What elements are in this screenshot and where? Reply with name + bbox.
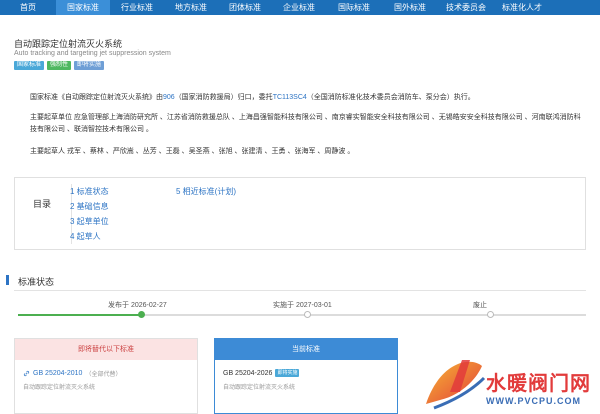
nav-item-technical-committee[interactable]: 技术委员会 — [438, 0, 494, 15]
toc-item-drafters[interactable]: 4 起草人 — [70, 231, 101, 242]
replaced-standard-card: 即将替代以下标准 GB 25204-2010 （全部代替） 自动跟踪定位射流灭火… — [14, 338, 198, 414]
nav-item-enterprise-standards[interactable]: 企业标准 — [272, 0, 326, 15]
replaced-standard-code[interactable]: GB 25204-2010 — [33, 370, 82, 377]
current-standard-code: GB 25204-2026 — [223, 369, 273, 377]
toc-item-drafting-units[interactable]: 3 起草单位 — [70, 216, 109, 227]
timeline-dot-implemented — [304, 311, 311, 318]
nav-item-national-standards[interactable]: 国家标准 — [56, 0, 110, 15]
timeline-dot-abolished — [487, 311, 494, 318]
nav-item-foreign-standards[interactable]: 国外标准 — [382, 0, 438, 15]
committee-link[interactable]: TC113SC4 — [273, 94, 307, 101]
toc-item-status[interactable]: 1 标准状态 — [70, 186, 109, 197]
nav-item-international-standards[interactable]: 国际标准 — [326, 0, 382, 15]
timeline-progress — [18, 314, 143, 316]
toc-item-basic-info[interactable]: 2 基础信息 — [70, 201, 109, 212]
watermark-url: WWW.PVCPU.COM — [486, 396, 581, 406]
page-title: 自动跟踪定位射流灭火系统 — [14, 39, 123, 49]
page-subtitle-en: Auto tracking and targeting jet suppress… — [14, 50, 171, 57]
timeline-published-label: 发布于 2026-02-27 — [108, 302, 167, 309]
toc-label: 目录 — [33, 199, 52, 209]
section-divider — [14, 290, 586, 291]
section-accent-bar — [6, 275, 9, 285]
status-section-title: 标准状态 — [18, 277, 55, 287]
nav-item-industry-standards[interactable]: 行业标准 — [110, 0, 164, 15]
replacement-note: （全部代替） — [85, 372, 122, 378]
nav-item-group-standards[interactable]: 团体标准 — [218, 0, 272, 15]
table-of-contents: 目录 1 标准状态 2 基础信息 3 起草单位 4 起草人 5 相近标准(计划) — [14, 177, 586, 250]
replaced-standard-name: 自动跟踪定位射流灭火系统 — [23, 385, 96, 391]
current-status-badge: 即将实施 — [275, 369, 300, 377]
link-icon — [23, 370, 30, 377]
desc-text: （全国消防标准化技术委员会消防车、泵分会）执行。 — [306, 94, 475, 101]
current-standard-row: GB 25204-2026 即将实施 — [223, 369, 300, 377]
timeline-implemented-label: 实施于 2027-03-01 — [273, 302, 332, 309]
replaced-card-title: 即将替代以下标准 — [15, 339, 197, 360]
description-paragraph-drafters: 主要起草人 戎军 、蔡林 、严欣嵩 、丛芳 、王磊 、吴圣燕 、张旭 、张建清 … — [30, 148, 355, 155]
tag-upcoming: 即将实施 — [74, 61, 105, 70]
current-standard-name: 自动跟踪定位射流灭火系统 — [223, 385, 296, 391]
desc-text: （国家消防救援局）归口，委托 — [174, 94, 273, 101]
current-standard-card: 当前标准 GB 25204-2026 即将实施 自动跟踪定位射流灭火系统 — [214, 338, 398, 414]
tag-list: 国家标准 强制性 即将实施 — [14, 61, 105, 70]
watermark-text: 水暖阀门网 — [486, 373, 591, 395]
desc-text: 国家标准《自动跟踪定位射流灭火系统》由 — [30, 94, 163, 101]
current-card-title: 当前标准 — [215, 339, 397, 360]
description-paragraph-drafting-units: 主要起草单位 应急管理部上海消防研究所 、江苏省消防救援总队 、上海昌强智能科技… — [30, 114, 581, 133]
top-nav: 首页 国家标准 行业标准 地方标准 团体标准 企业标准 国际标准 国外标准 技术… — [0, 0, 600, 15]
timeline-dot-published — [138, 311, 145, 318]
description-paragraph-governance: 国家标准《自动跟踪定位射流灭火系统》由906（国家消防救援局）归口，委托TC11… — [30, 92, 585, 104]
nav-item-standardization-talent[interactable]: 标准化人才 — [494, 0, 550, 15]
authority-link[interactable]: 906 — [163, 94, 175, 101]
toc-item-similar-standards[interactable]: 5 相近标准(计划) — [176, 186, 236, 197]
tag-national-standard: 国家标准 — [14, 61, 45, 70]
timeline-abolished-label: 废止 — [473, 302, 487, 309]
nav-item-home[interactable]: 首页 — [0, 0, 56, 15]
replaced-standard-row[interactable]: GB 25204-2010 （全部代替） — [23, 369, 121, 378]
nav-item-local-standards[interactable]: 地方标准 — [164, 0, 218, 15]
tag-mandatory: 强制性 — [47, 61, 72, 70]
